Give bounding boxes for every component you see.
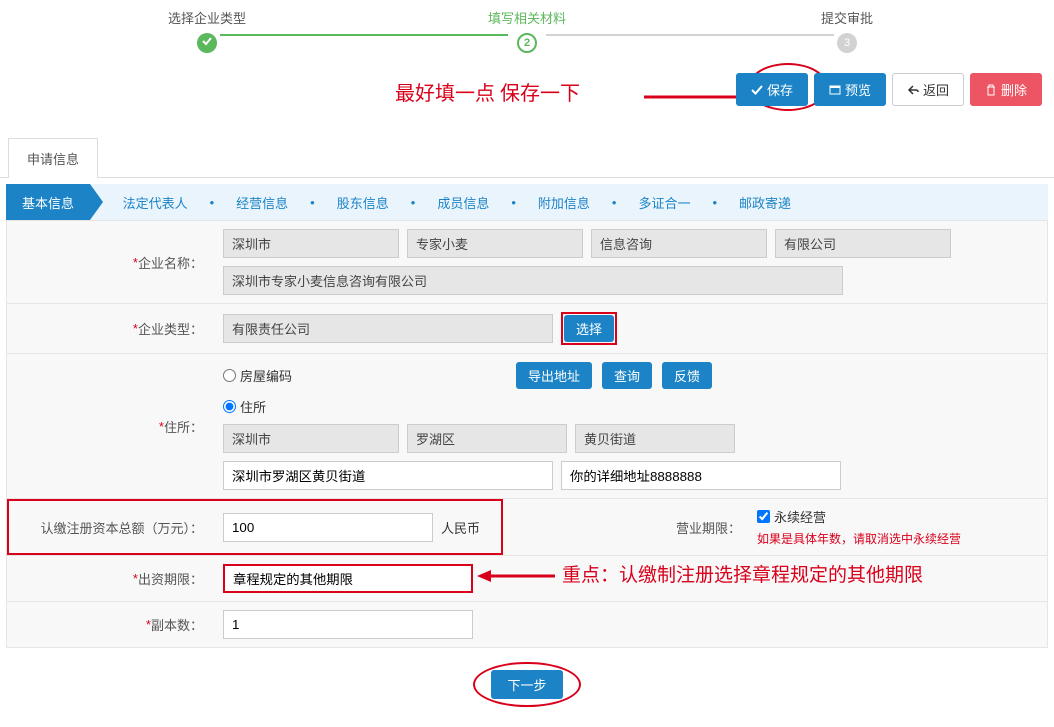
nav-business-info[interactable]: 经营信息 (220, 193, 304, 212)
contrib-term-input[interactable] (223, 564, 473, 593)
addr-road-input[interactable] (223, 461, 553, 490)
company-org: 有限公司 (775, 229, 951, 258)
radio-residence[interactable]: 住所 (223, 397, 266, 416)
nav-postal[interactable]: 邮政寄递 (723, 193, 807, 212)
annotation-save-hint: 最好填一点 保存一下 (395, 77, 580, 106)
export-address-button[interactable]: 导出地址 (516, 362, 592, 389)
label-biz-term: 营业期限： (657, 499, 747, 555)
copies-input[interactable] (223, 610, 473, 639)
nav-additional[interactable]: 附加信息 (522, 193, 606, 212)
biz-term-note: 如果是具体年数，请取消选中永续经营 (757, 530, 1037, 547)
currency-label: 人民币 (441, 518, 480, 537)
step-3: 提交审批 3 (687, 8, 1007, 53)
company-type-value: 有限责任公司 (223, 314, 553, 343)
arrow-icon (477, 568, 557, 584)
label-company-type: *企业类型： (7, 304, 213, 353)
step2-circle: 2 (517, 33, 537, 53)
label-reg-capital: 认缴注册资本总额（万元）： (7, 499, 213, 555)
check-icon (751, 84, 763, 96)
feedback-button[interactable]: 反馈 (662, 362, 712, 389)
form-basic-info: *企业名称： 深圳市 专家小麦 信息咨询 有限公司 深圳市专家小麦信息咨询有限公… (6, 220, 1048, 648)
back-icon (907, 84, 919, 96)
company-brand: 专家小麦 (407, 229, 583, 258)
step-1: 选择企业类型 (47, 8, 367, 53)
step-2: 填写相关材料 2 (367, 8, 687, 53)
save-button[interactable]: 保存 (736, 73, 808, 106)
tab-application-info[interactable]: 申请信息 (8, 138, 98, 178)
main-tabs: 申请信息 (0, 137, 1054, 178)
preview-icon (829, 84, 841, 96)
choose-type-button[interactable]: 选择 (564, 315, 614, 342)
nav-members[interactable]: 成员信息 (421, 193, 505, 212)
step3-circle: 3 (837, 33, 857, 53)
preview-button[interactable]: 预览 (814, 73, 886, 106)
section-nav: 基本信息 • 法定代表人 • 经营信息 • 股东信息 • 成员信息 • 附加信息… (6, 184, 1048, 220)
steps-bar: 选择企业类型 填写相关材料 2 提交审批 3 (47, 0, 1007, 57)
delete-button[interactable]: 删除 (970, 73, 1042, 106)
perpetual-checkbox[interactable]: 永续经营 (757, 507, 826, 526)
nav-multi-cert[interactable]: 多证合一 (622, 193, 706, 212)
nav-shareholder[interactable]: 股东信息 (321, 193, 405, 212)
company-industry: 信息咨询 (591, 229, 767, 258)
reg-capital-input[interactable] (223, 513, 433, 542)
company-city: 深圳市 (223, 229, 399, 258)
addr-street: 黄贝街道 (575, 424, 735, 453)
back-button[interactable]: 返回 (892, 73, 964, 106)
radio-house-code[interactable]: 房屋编码 (223, 366, 292, 385)
label-company-name: *企业名称： (7, 221, 213, 303)
addr-district: 罗湖区 (407, 424, 567, 453)
next-highlight-circle: 下一步 (473, 662, 580, 707)
label-address: *住所： (7, 354, 213, 498)
arrow-icon (632, 87, 752, 107)
nav-legal-rep[interactable]: 法定代表人 (107, 193, 204, 212)
next-button[interactable]: 下一步 (491, 670, 562, 699)
addr-detail-input[interactable] (561, 461, 841, 490)
trash-icon (985, 84, 997, 96)
label-copies: *副本数： (7, 602, 213, 647)
label-contrib-term: *出资期限： (7, 556, 213, 601)
nav-basic-info[interactable]: 基本信息 (6, 184, 90, 220)
company-full-name: 深圳市专家小麦信息咨询有限公司 (223, 266, 843, 295)
addr-city: 深圳市 (223, 424, 399, 453)
annotation-contrib-hint: 重点：认缴制注册选择章程规定的其他期限 (562, 560, 923, 587)
step1-circle (197, 33, 217, 53)
query-button[interactable]: 查询 (602, 362, 652, 389)
